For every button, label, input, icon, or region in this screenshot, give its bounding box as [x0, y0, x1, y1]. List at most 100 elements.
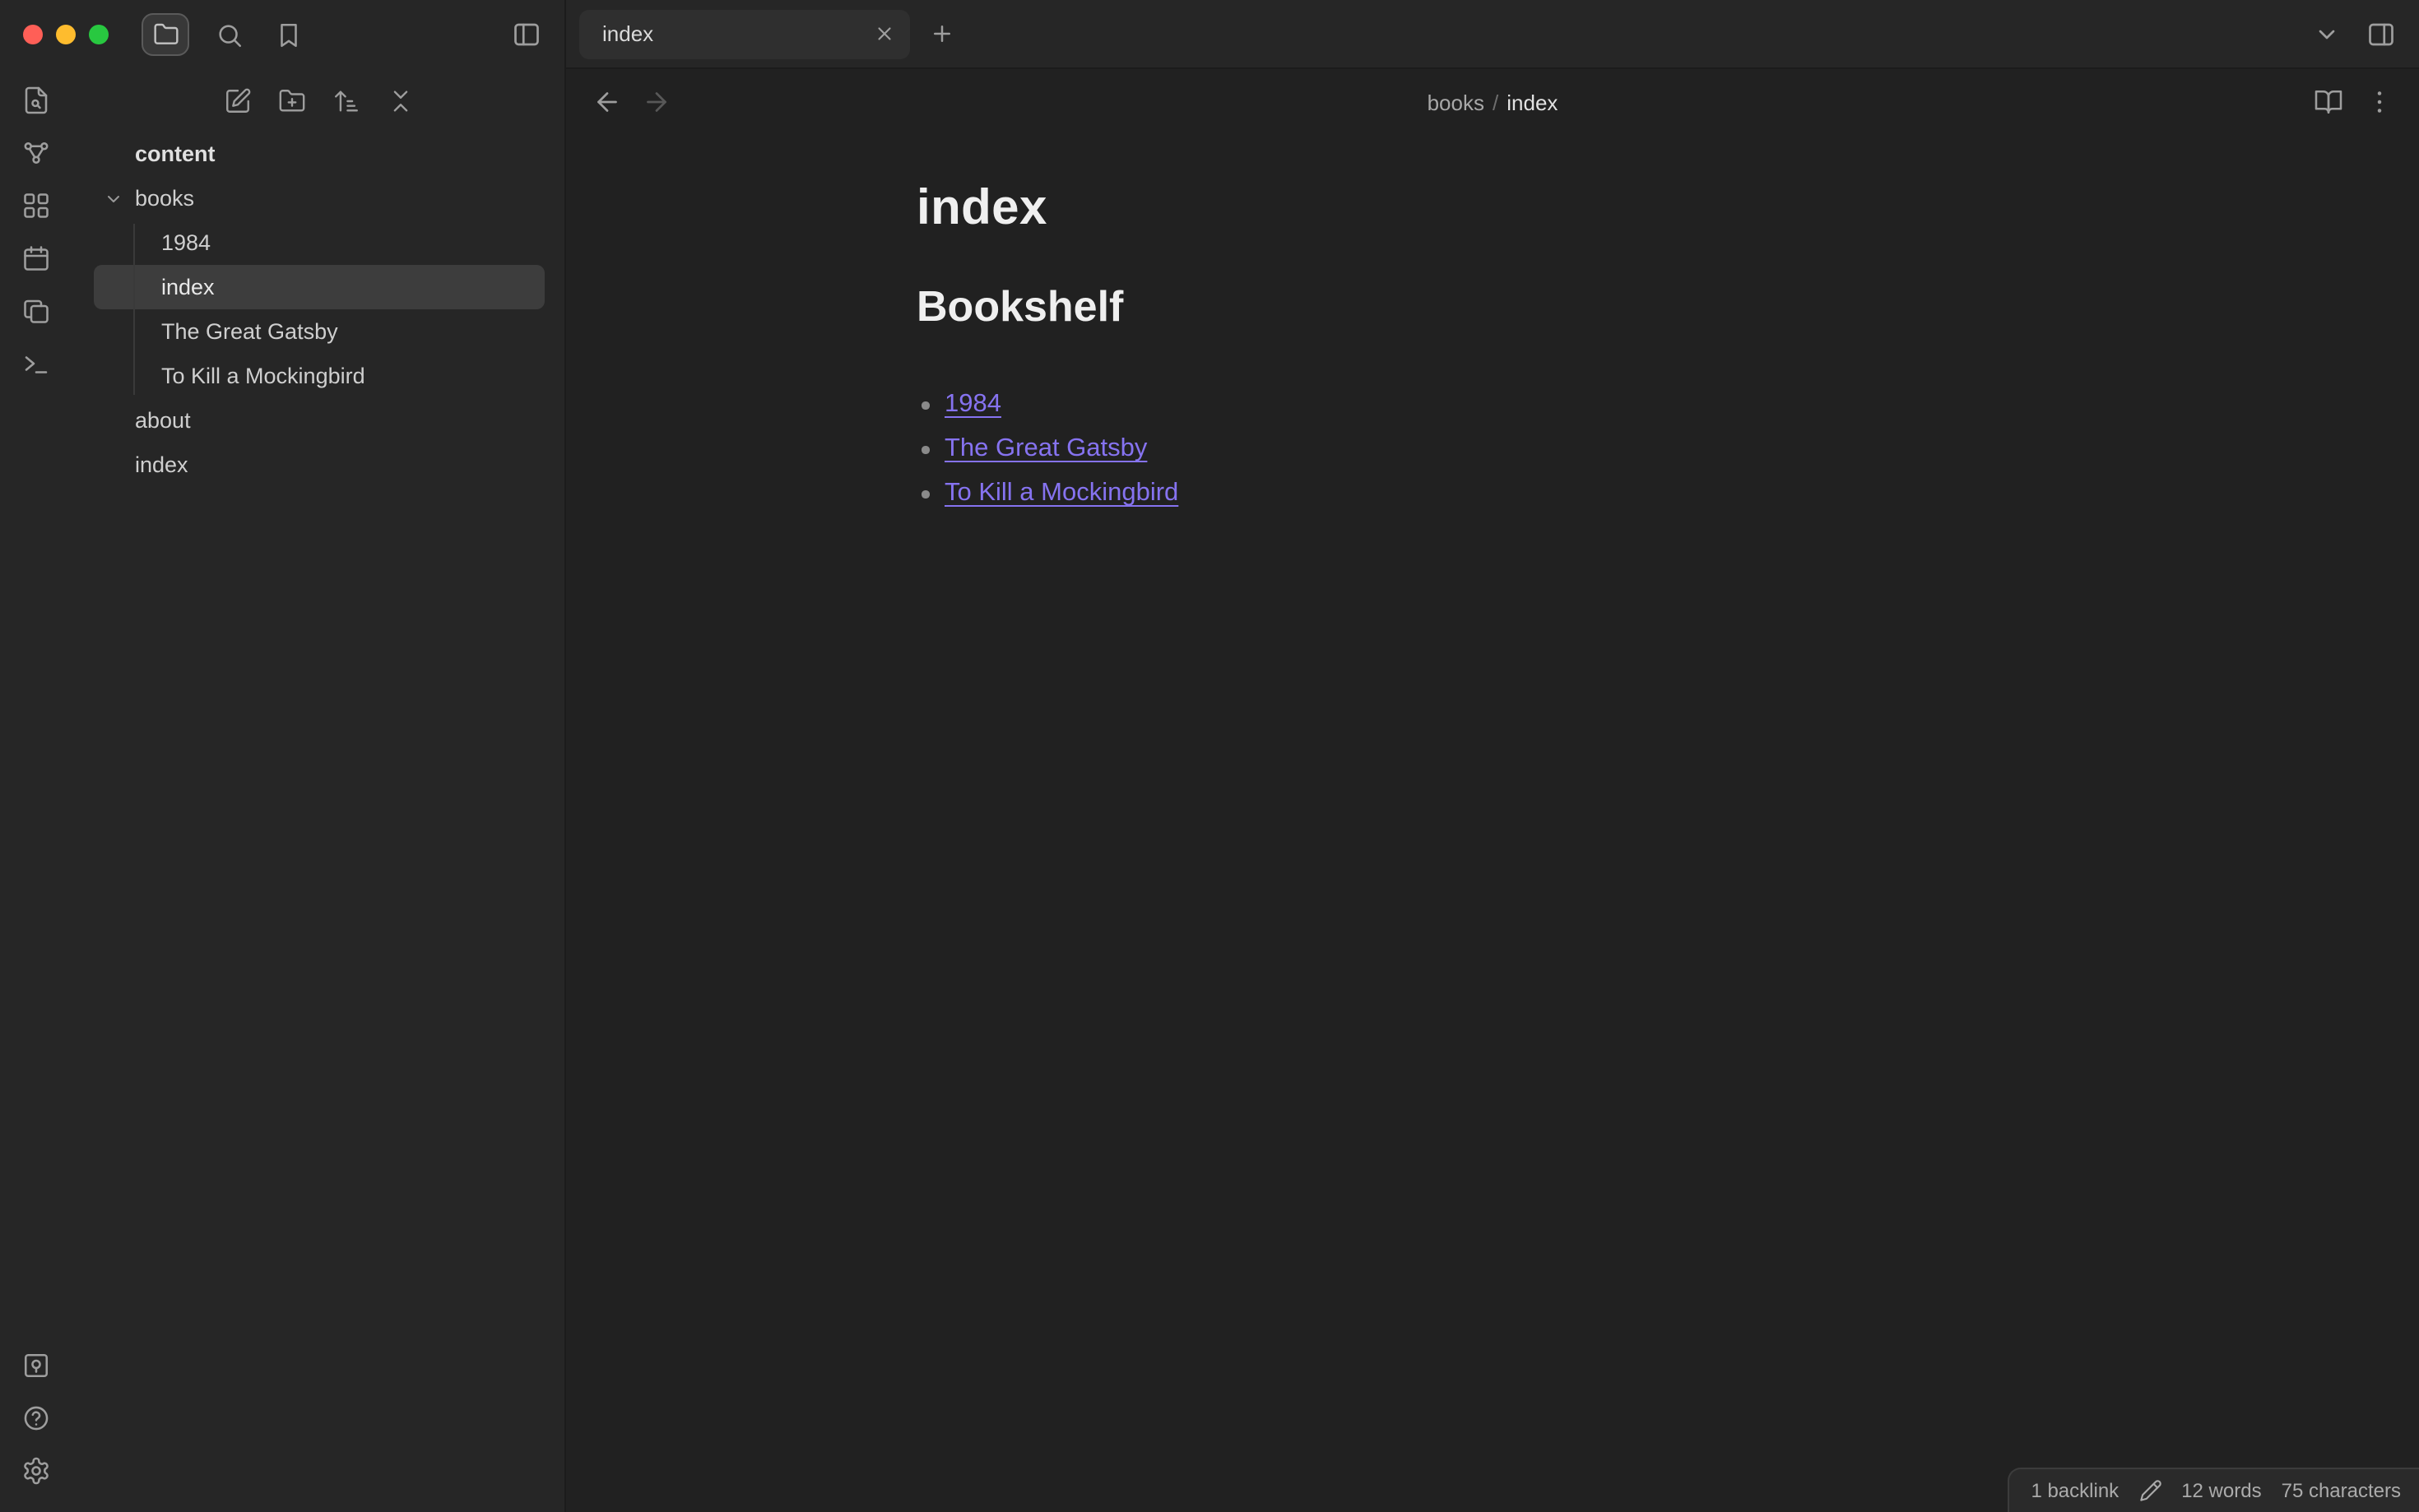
terminal-button[interactable]	[21, 349, 51, 378]
file-label: about	[135, 408, 191, 433]
collapse-all-icon	[387, 86, 415, 114]
link-the-great-gatsby[interactable]: The Great Gatsby	[945, 434, 1147, 462]
character-count: 75 characters	[2281, 1479, 2401, 1502]
tree-item-about[interactable]: about	[94, 398, 545, 443]
toggle-right-sidebar-button[interactable]	[2366, 19, 2396, 49]
calendar-icon	[21, 243, 51, 273]
status-bar: 1 backlink 12 words 75 characters	[2008, 1468, 2419, 1512]
file-label: 1984	[161, 230, 211, 255]
chevron-down-icon[interactable]	[104, 188, 123, 208]
search-icon	[216, 21, 244, 49]
panel-left-icon	[512, 20, 541, 49]
tabbar-right-actions	[2314, 19, 2396, 49]
back-button[interactable]	[592, 87, 622, 117]
breadcrumb-parent[interactable]: books	[1428, 90, 1484, 114]
chevron-down-icon	[2314, 21, 2340, 47]
window-zoom-button[interactable]	[89, 25, 109, 44]
breadcrumb-current[interactable]: index	[1507, 90, 1558, 114]
book-link-list: 1984 The Great Gatsby To Kill a Mockingb…	[917, 382, 2068, 515]
arrow-right-icon	[642, 87, 671, 117]
forward-button[interactable]	[642, 87, 671, 117]
vault-name: content	[135, 141, 216, 166]
tab-close-button[interactable]	[874, 23, 895, 44]
new-folder-icon	[278, 86, 306, 114]
tree-item-to-kill-a-mockingbird[interactable]: To Kill a Mockingbird	[94, 354, 545, 398]
collapse-all-button[interactable]	[387, 86, 415, 114]
file-search-icon	[21, 86, 51, 115]
new-note-icon	[224, 86, 252, 114]
arrow-left-icon	[592, 87, 622, 117]
file-search-button[interactable]	[21, 86, 51, 115]
view-actions	[2314, 87, 2394, 117]
edit-mode-indicator[interactable]	[2138, 1479, 2161, 1502]
explorer-toolbar	[94, 69, 545, 132]
reading-mode-button[interactable]	[2314, 87, 2343, 117]
book-open-icon	[2314, 87, 2343, 117]
plus-icon	[930, 21, 954, 46]
tab-label: index	[602, 21, 654, 46]
more-options-button[interactable]	[2365, 87, 2394, 117]
list-item: The Great Gatsby	[917, 426, 2068, 471]
file-label: To Kill a Mockingbird	[161, 364, 365, 388]
breadcrumb: books / index	[566, 90, 2419, 114]
titlebar: index	[0, 0, 2419, 69]
word-count: 12 words	[2181, 1479, 2262, 1502]
tree-item-1984[interactable]: 1984	[94, 220, 545, 265]
vault-icon	[21, 1351, 51, 1380]
note-content: index Bookshelf 1984 The Great Gatsby To…	[917, 135, 2068, 515]
terminal-icon	[21, 349, 51, 378]
file-tree: books 1984 index The Great Gatsby To Kil…	[94, 176, 545, 487]
backlink-count[interactable]: 1 backlink	[2031, 1479, 2119, 1502]
settings-button[interactable]	[21, 1456, 51, 1486]
daily-note-button[interactable]	[21, 243, 51, 273]
books-children: 1984 index The Great Gatsby To Kill a Mo…	[94, 220, 545, 398]
sort-order-button[interactable]	[332, 86, 360, 114]
canvas-button[interactable]	[21, 191, 51, 220]
new-note-button[interactable]	[224, 86, 252, 114]
window-controls	[23, 25, 109, 44]
bookmark-icon	[275, 21, 303, 49]
new-tab-button[interactable]	[930, 21, 954, 46]
vault-switcher-button[interactable]	[21, 1351, 51, 1380]
file-label: The Great Gatsby	[161, 319, 338, 344]
toggle-left-sidebar-button[interactable]	[512, 20, 541, 49]
note-scroll-area[interactable]: index Bookshelf 1984 The Great Gatsby To…	[566, 135, 2419, 1512]
settings-gear-icon	[21, 1456, 51, 1486]
history-nav	[592, 87, 671, 117]
link-1984[interactable]: 1984	[945, 390, 1001, 418]
workspace: books / index index Bookshelf 1984 The G…	[566, 69, 2419, 1512]
folder-label: books	[135, 186, 195, 211]
graph-view-button[interactable]	[21, 138, 51, 168]
new-folder-button[interactable]	[278, 86, 306, 114]
more-vertical-icon	[2365, 87, 2394, 117]
note-heading: Bookshelf	[917, 281, 1124, 331]
files-view-button[interactable]	[142, 13, 189, 56]
panel-right-icon	[2366, 19, 2396, 49]
list-item: To Kill a Mockingbird	[917, 471, 2068, 515]
files-icon	[21, 296, 51, 326]
graph-icon	[21, 138, 51, 168]
tree-item-books[interactable]: books	[94, 176, 545, 220]
search-button[interactable]	[216, 21, 244, 49]
tab-index[interactable]: index	[579, 9, 910, 58]
tree-item-the-great-gatsby[interactable]: The Great Gatsby	[94, 309, 545, 354]
left-ribbon	[0, 69, 72, 1512]
tab-bar: index	[566, 0, 2419, 69]
window-minimize-button[interactable]	[56, 25, 76, 44]
link-to-kill-a-mockingbird[interactable]: To Kill a Mockingbird	[945, 479, 1178, 507]
app-body: content books 1984 index The Great Gatsb…	[0, 69, 2419, 1512]
note-title: index	[917, 181, 1047, 235]
tree-item-root-index[interactable]: index	[94, 443, 545, 487]
file-label: index	[135, 452, 188, 477]
tab-list-button[interactable]	[2314, 21, 2340, 47]
help-button[interactable]	[21, 1403, 51, 1433]
bookmarks-button[interactable]	[275, 21, 303, 49]
window-close-button[interactable]	[23, 25, 43, 44]
folder-icon	[152, 21, 179, 48]
view-header: books / index	[566, 69, 2419, 135]
tree-item-index-selected[interactable]: index	[94, 265, 545, 309]
list-item: 1984	[917, 382, 2068, 426]
close-icon	[874, 23, 895, 44]
templates-button[interactable]	[21, 296, 51, 326]
pencil-icon	[2138, 1479, 2161, 1502]
